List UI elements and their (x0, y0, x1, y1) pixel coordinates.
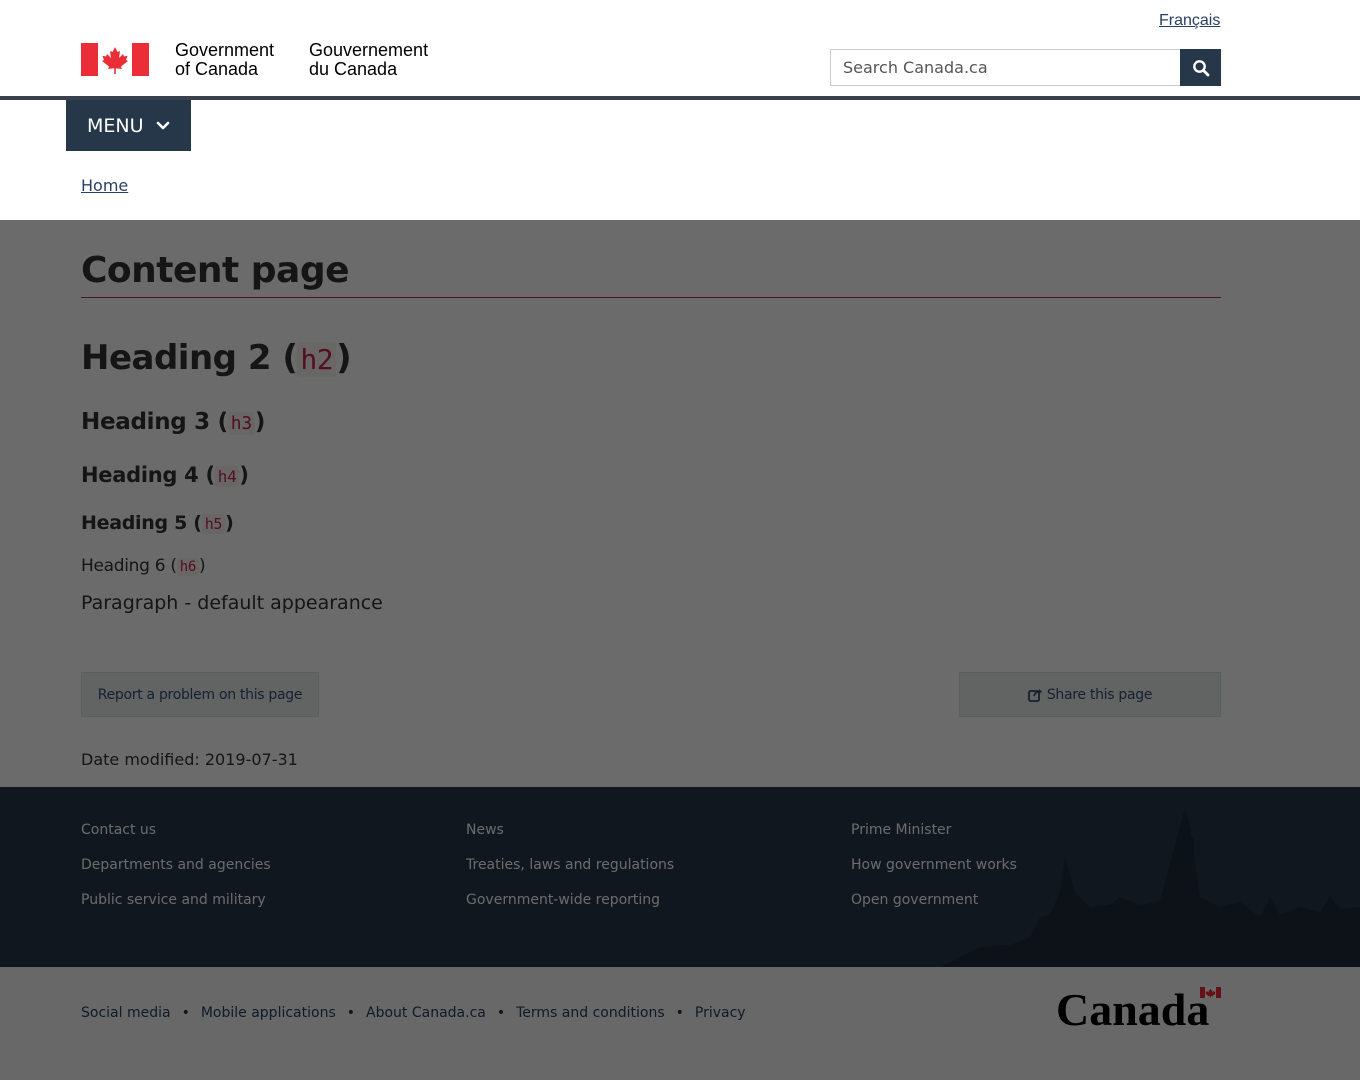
heading-2-tag: h2 (297, 342, 337, 377)
footer-link-open-government[interactable]: Open government (851, 892, 1017, 910)
signature-english: Government of Canada (175, 41, 274, 79)
heading-5: Heading 5 (h5) (81, 512, 234, 534)
heading-6-text: Heading 6 (81, 556, 166, 576)
search-form (830, 49, 1221, 86)
footer-link-reporting[interactable]: Government-wide reporting (466, 892, 674, 910)
heading-2: Heading 2 (h2) (81, 338, 352, 378)
date-modified-label: Date modified: (81, 750, 200, 769)
canada-wordmark-logo: Canada (1056, 985, 1221, 1031)
date-modified: Date modified: 2019-07-31 (81, 750, 298, 769)
sub-link-mobile-apps[interactable]: Mobile applications (201, 1005, 336, 1021)
breadcrumb: Home (81, 176, 128, 195)
heading-4-tag: h4 (214, 466, 240, 487)
footer-link-public-service[interactable]: Public service and military (81, 892, 271, 910)
sub-link-terms[interactable]: Terms and conditions (516, 1005, 665, 1021)
menu-button[interactable]: MENU (66, 100, 191, 151)
separator-dot: • (496, 1005, 506, 1021)
footer-link-how-gov-works[interactable]: How government works (851, 857, 1017, 875)
search-icon (1192, 59, 1209, 76)
footer-sub: Social media • Mobile applications • Abo… (0, 967, 1360, 1080)
heading-3-tag: h3 (227, 412, 255, 435)
breadcrumb-home-link[interactable]: Home (81, 176, 128, 195)
separator-dot: • (675, 1005, 684, 1021)
footer-link-prime-minister[interactable]: Prime Minister (851, 822, 1017, 840)
footer-link-contact-us[interactable]: Contact us (81, 822, 271, 840)
heading-5-text: Heading 5 (81, 512, 187, 534)
separator-dot: • (346, 1005, 356, 1021)
signature-en-line2: of Canada (175, 59, 259, 79)
date-modified-value: 2019-07-31 (204, 750, 298, 769)
menu-label: MENU (87, 114, 144, 137)
heading-4-text: Heading 4 (81, 463, 199, 487)
sub-link-social-media[interactable]: Social media (81, 1005, 171, 1021)
heading-3-text: Heading 3 (81, 409, 210, 435)
footer-column-2: News Treaties, laws and regulations Gove… (466, 822, 674, 927)
canada-flag-icon (81, 43, 149, 76)
sub-link-privacy[interactable]: Privacy (695, 1005, 746, 1021)
footer-main: Contact us Departments and agencies Publ… (0, 787, 1360, 967)
heading-4: Heading 4 (h4) (81, 463, 249, 487)
separator-dot: • (181, 1005, 190, 1021)
site-header: Français Government of Canada Gouverneme… (0, 0, 1360, 220)
header-divider (0, 96, 1360, 100)
footer-column-3: Prime Minister How government works Open… (851, 822, 1017, 927)
footer-sub-links: Social media • Mobile applications • Abo… (81, 1005, 746, 1021)
heading-6-tag: h6 (176, 558, 199, 576)
footer-column-1: Contact us Departments and agencies Publ… (81, 822, 271, 927)
footer-link-news[interactable]: News (466, 822, 674, 840)
footer-link-treaties[interactable]: Treaties, laws and regulations (466, 857, 674, 875)
government-signature[interactable]: Government of Canada Gouvernement du Can… (81, 41, 461, 81)
page-title: Content page (81, 250, 350, 291)
signature-fr-line1: Gouvernement (309, 40, 429, 60)
share-icon (1027, 688, 1042, 702)
heading-3: Heading 3 (h3) (81, 409, 266, 435)
heading-2-text: Heading 2 (81, 338, 272, 378)
share-button-label: Share this page (1046, 686, 1153, 703)
default-paragraph: Paragraph - default appearance (81, 592, 383, 614)
wordmark-text: Canada (1056, 985, 1209, 1031)
title-underline (81, 297, 1221, 298)
footer-link-departments[interactable]: Departments and agencies (81, 857, 271, 875)
search-input[interactable] (830, 49, 1181, 86)
chevron-down-icon (156, 121, 169, 129)
language-toggle-link[interactable]: Français (1159, 12, 1220, 30)
signature-en-line1: Government (175, 40, 275, 60)
sub-link-about[interactable]: About Canada.ca (366, 1005, 486, 1021)
heading-6: Heading 6 (h6) (81, 556, 206, 576)
report-problem-button[interactable]: Report a problem on this page (81, 672, 319, 717)
signature-french: Gouvernement du Canada (309, 41, 428, 79)
main-content: Content page Heading 2 (h2) Heading 3 (h… (0, 220, 1360, 787)
signature-fr-line2: du Canada (309, 59, 398, 79)
share-page-button[interactable]: Share this page (959, 672, 1221, 717)
search-button[interactable] (1180, 49, 1221, 86)
heading-5-tag: h5 (201, 514, 226, 534)
